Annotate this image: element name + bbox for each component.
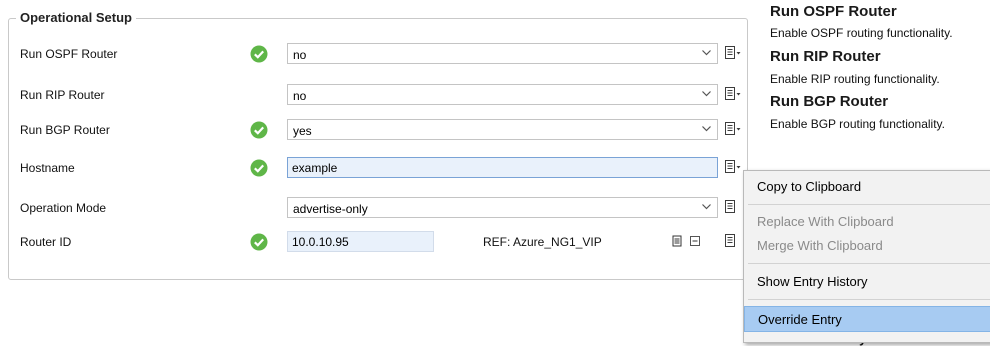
menu-separator: [748, 263, 990, 264]
row-run-ospf-router: Run OSPF Router no: [0, 42, 760, 66]
help-desc-bgp: Enable BGP routing functionality.: [770, 117, 945, 131]
run-rip-router-select[interactable]: no: [287, 84, 718, 105]
reference-picker-icon[interactable]: [671, 235, 683, 247]
options-menu-icon[interactable]: [724, 159, 742, 175]
row-operation-mode: Operation Mode advertise-only: [0, 196, 760, 220]
chevron-down-icon[interactable]: [701, 47, 712, 58]
run-bgp-router-select[interactable]: yes: [287, 119, 718, 140]
help-title-ospf: Run OSPF Router: [770, 3, 897, 20]
options-menu-icon[interactable]: [724, 233, 742, 249]
check-circle-icon: [250, 121, 268, 139]
options-menu-icon[interactable]: [724, 86, 742, 102]
options-menu-icon[interactable]: [724, 45, 742, 61]
row-run-bgp-router: Run BGP Router yes: [0, 118, 760, 142]
help-title-rip: Run RIP Router: [770, 48, 881, 65]
options-menu-icon[interactable]: [724, 121, 742, 137]
menu-item-copy-to-clipboard[interactable]: Copy to Clipboard: [744, 174, 990, 200]
chevron-down-icon[interactable]: [701, 88, 712, 99]
check-circle-icon: [250, 159, 268, 177]
router-id-reference: REF: Azure_NG1_VIP: [483, 235, 602, 249]
menu-separator: [748, 204, 990, 205]
help-desc-ospf: Enable OSPF routing functionality.: [770, 26, 953, 40]
run-ospf-router-label: Run OSPF Router: [20, 47, 118, 61]
collapse-icon[interactable]: [689, 235, 701, 247]
row-hostname: Hostname: [0, 156, 760, 180]
operation-mode-value: advertise-only: [293, 202, 368, 216]
router-id-field-group: REF: Azure_NG1_VIP: [287, 231, 718, 252]
fieldset-legend: Operational Setup: [16, 10, 136, 25]
help-desc-rip: Enable RIP routing functionality.: [770, 72, 940, 86]
menu-separator: [748, 299, 990, 300]
run-rip-router-label: Run RIP Router: [20, 88, 105, 102]
chevron-down-icon[interactable]: [701, 201, 712, 212]
router-id-input[interactable]: [287, 231, 434, 252]
menu-item-merge-with-clipboard[interactable]: Merge With Clipboard: [744, 233, 990, 259]
operation-mode-label: Operation Mode: [20, 201, 107, 215]
menu-item-override-entry[interactable]: Override Entry: [744, 306, 990, 332]
hostname-input[interactable]: [287, 157, 718, 178]
run-ospf-router-value: no: [293, 48, 307, 62]
context-menu: Copy to Clipboard Replace With Clipboard…: [743, 170, 990, 343]
row-router-id: Router ID REF: Azure_NG1_VIP: [0, 230, 760, 254]
options-menu-icon[interactable]: [724, 199, 742, 215]
router-id-label: Router ID: [20, 235, 72, 249]
run-ospf-router-select[interactable]: no: [287, 43, 718, 64]
run-bgp-router-label: Run BGP Router: [20, 123, 110, 137]
hostname-label: Hostname: [20, 161, 75, 175]
menu-item-show-entry-history[interactable]: Show Entry History: [744, 269, 990, 295]
run-rip-router-value: no: [293, 89, 307, 103]
help-title-bgp: Run BGP Router: [770, 93, 889, 110]
run-bgp-router-value: yes: [293, 124, 312, 138]
menu-item-replace-with-clipboard[interactable]: Replace With Clipboard: [744, 209, 990, 235]
chevron-down-icon[interactable]: [701, 123, 712, 134]
check-circle-icon: [250, 233, 268, 251]
row-run-rip-router: Run RIP Router no: [0, 83, 760, 107]
operation-mode-select[interactable]: advertise-only: [287, 197, 718, 218]
check-circle-icon: [250, 45, 268, 63]
